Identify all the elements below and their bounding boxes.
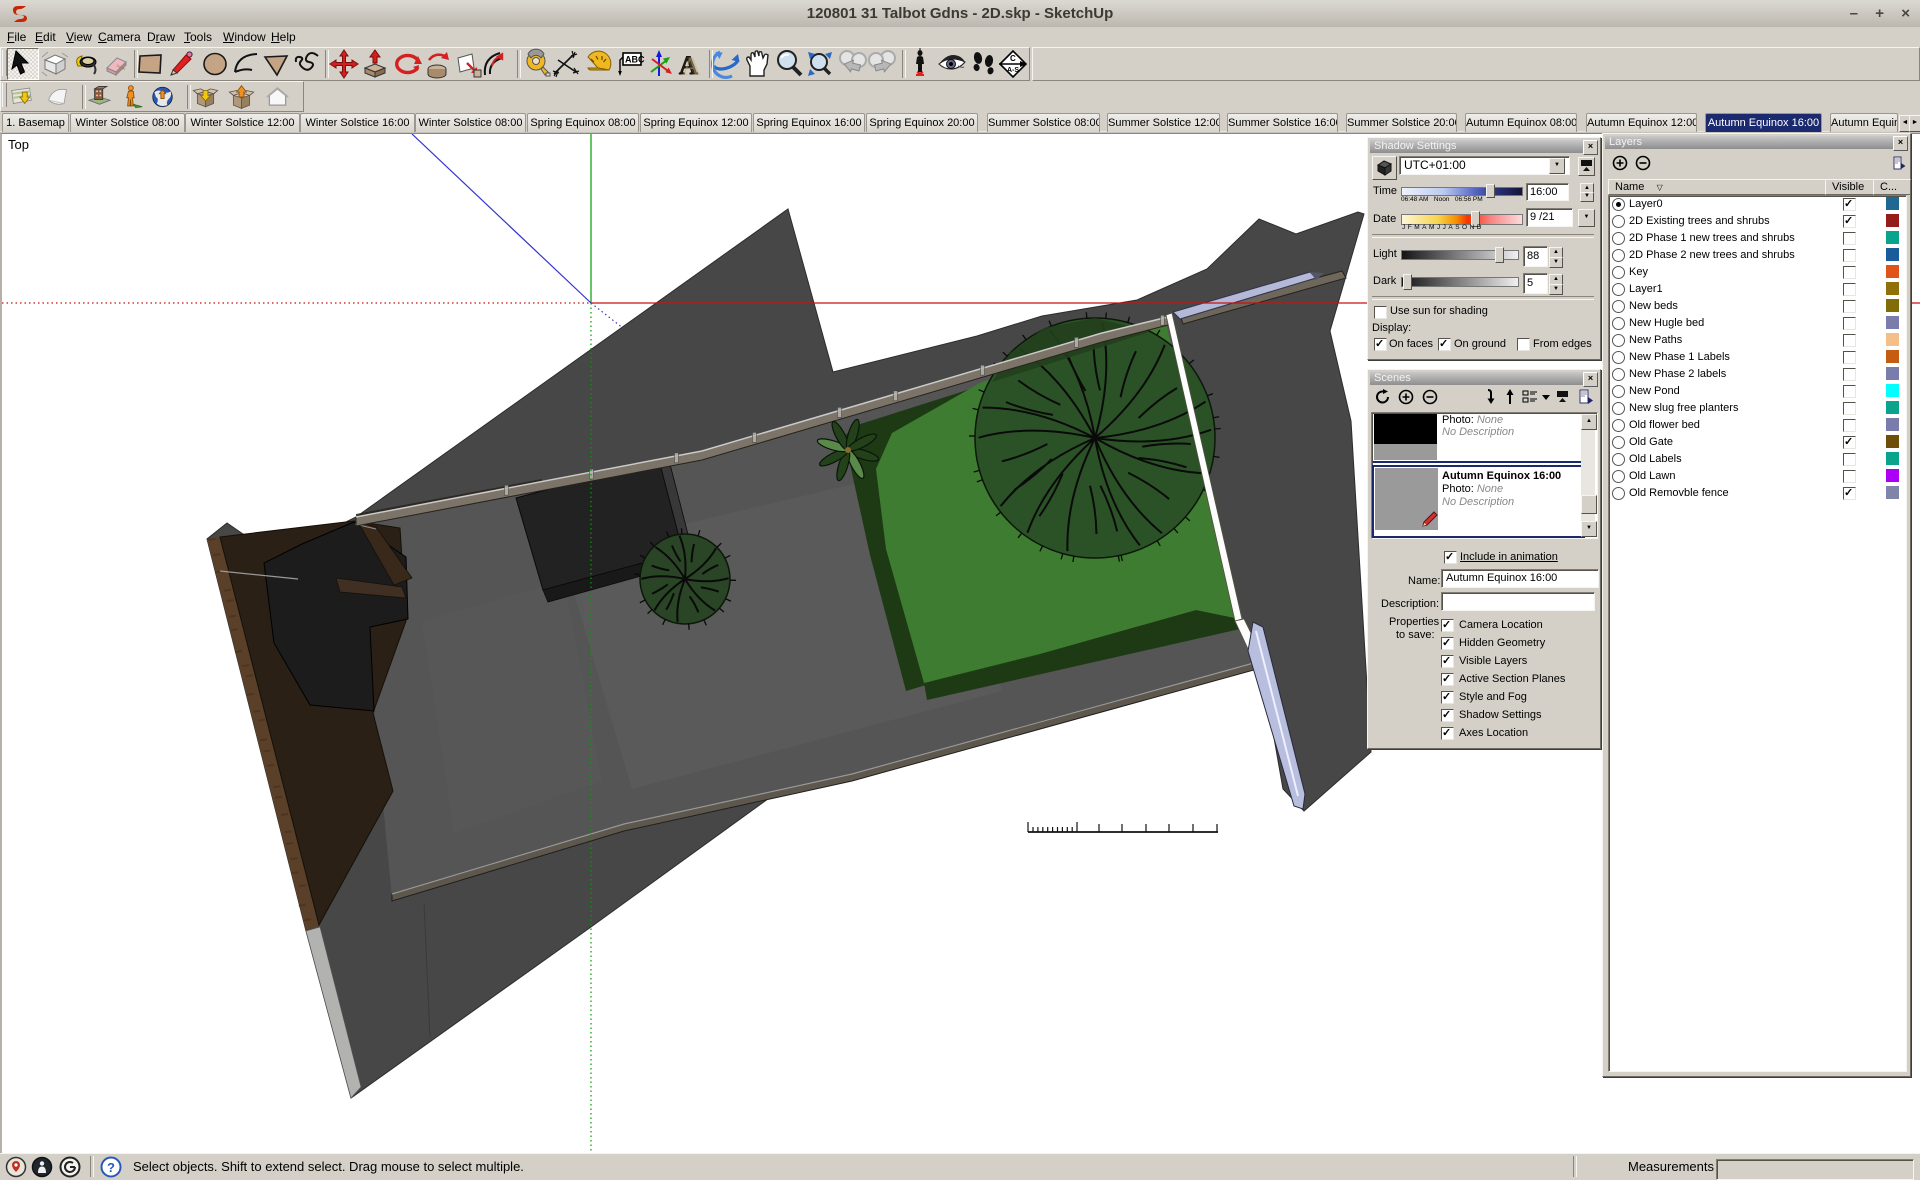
svg-text:A-S: A-S — [1007, 67, 1019, 74]
svg-text:?: ? — [107, 1160, 115, 1175]
svg-text:A: A — [682, 52, 701, 80]
svg-text:C: C — [1010, 54, 1016, 63]
svg-text:ABC: ABC — [625, 55, 645, 65]
